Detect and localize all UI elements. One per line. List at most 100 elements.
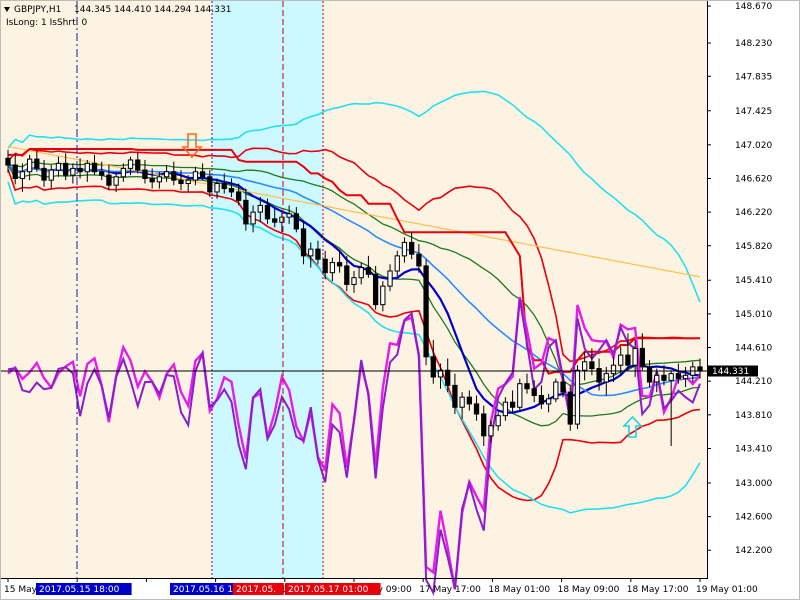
candle[interactable] (416, 253, 422, 267)
candle[interactable] (236, 191, 242, 201)
candle[interactable] (207, 176, 213, 193)
candle[interactable] (387, 270, 393, 287)
candle[interactable] (48, 169, 54, 181)
candle[interactable] (545, 398, 552, 405)
candle[interactable] (250, 211, 256, 225)
price-axis[interactable]: 148.670 148.230 147.835 147.425 147.020 146.6… (707, 2, 772, 556)
candle[interactable] (344, 265, 350, 285)
candle[interactable] (286, 213, 292, 218)
candle[interactable] (452, 384, 458, 408)
candle[interactable] (459, 396, 465, 408)
candle[interactable] (632, 347, 638, 366)
candle[interactable] (329, 262, 336, 274)
candle[interactable] (214, 183, 220, 193)
candle[interactable] (358, 267, 364, 279)
candle[interactable] (63, 162, 69, 176)
time-tick-label: 17 May 17:00 (419, 585, 481, 595)
candle[interactable] (582, 361, 588, 371)
candle[interactable] (682, 374, 689, 380)
candle[interactable] (445, 369, 451, 386)
candle[interactable] (84, 162, 90, 173)
candle[interactable] (156, 176, 163, 183)
candle[interactable] (5, 157, 11, 166)
candle[interactable] (77, 167, 83, 173)
candle[interactable] (178, 179, 184, 185)
candle[interactable] (509, 401, 516, 408)
candle[interactable] (135, 159, 141, 171)
candle[interactable] (401, 241, 408, 257)
candle[interactable] (272, 218, 278, 223)
candle[interactable] (99, 171, 105, 176)
candle[interactable] (661, 374, 667, 381)
candle[interactable] (171, 171, 177, 181)
candle[interactable] (380, 285, 386, 306)
candle[interactable] (351, 277, 357, 285)
candle[interactable] (113, 176, 119, 186)
candle[interactable] (12, 164, 18, 179)
candle[interactable] (185, 179, 191, 185)
candle[interactable] (502, 401, 509, 417)
chart-window[interactable]: 148.670 148.230 147.835 147.425 147.020 146.6… (0, 0, 800, 600)
candle[interactable] (646, 366, 653, 383)
time-axis[interactable]: 15 May 201716 May 017 May 01:0017 May 09… (4, 578, 758, 595)
candle[interactable] (127, 159, 134, 169)
candle[interactable] (315, 248, 321, 260)
candle[interactable] (603, 373, 609, 383)
candle[interactable] (55, 162, 62, 171)
candle[interactable] (423, 265, 429, 358)
candle[interactable] (524, 383, 530, 390)
candle[interactable] (531, 388, 537, 396)
candle[interactable] (192, 171, 199, 181)
candle[interactable] (163, 171, 170, 178)
candle[interactable] (41, 167, 47, 181)
candle[interactable] (91, 162, 98, 173)
price-chart[interactable]: 148.670 148.230 147.835 147.425 147.020 146.6… (0, 0, 800, 600)
candle[interactable] (409, 241, 415, 255)
candle[interactable] (293, 213, 299, 230)
candle[interactable] (243, 199, 249, 225)
candle[interactable] (120, 167, 126, 178)
candle[interactable] (589, 361, 595, 370)
candle[interactable] (567, 391, 573, 425)
candle[interactable] (481, 413, 487, 437)
candle[interactable] (517, 383, 523, 408)
candle[interactable] (618, 354, 624, 366)
candle[interactable] (372, 273, 379, 306)
candle[interactable] (106, 174, 112, 186)
candle[interactable] (625, 354, 631, 366)
candle[interactable] (639, 347, 645, 368)
candle[interactable] (697, 366, 703, 372)
candle[interactable] (553, 381, 559, 400)
candle[interactable] (394, 255, 400, 272)
candle[interactable] (19, 171, 26, 179)
candle[interactable] (430, 356, 436, 378)
candle[interactable] (574, 369, 581, 425)
candle[interactable] (336, 262, 343, 267)
candle[interactable] (654, 374, 660, 383)
candle[interactable] (257, 204, 263, 213)
candle[interactable] (70, 167, 76, 176)
candle[interactable] (300, 228, 307, 257)
time-tick-label: 18 May 17:00 (627, 585, 689, 595)
candle[interactable] (675, 373, 682, 380)
candle[interactable] (26, 158, 33, 173)
candle[interactable] (473, 403, 480, 415)
candle[interactable] (488, 425, 494, 437)
candle[interactable] (308, 248, 314, 257)
candle[interactable] (199, 171, 206, 178)
candle[interactable] (34, 158, 40, 169)
candle[interactable] (365, 267, 372, 275)
price-tick-label: 147.835 (735, 72, 772, 82)
candle[interactable] (610, 364, 617, 375)
candle[interactable] (560, 381, 566, 393)
candle[interactable] (668, 373, 674, 381)
candle[interactable] (495, 415, 501, 427)
candle[interactable] (322, 258, 328, 274)
candle[interactable] (264, 204, 271, 220)
candle[interactable] (228, 188, 235, 193)
candle[interactable] (142, 169, 148, 179)
candle[interactable] (149, 177, 155, 183)
candle[interactable] (538, 394, 545, 405)
candle[interactable] (466, 396, 472, 405)
candle[interactable] (221, 183, 227, 190)
